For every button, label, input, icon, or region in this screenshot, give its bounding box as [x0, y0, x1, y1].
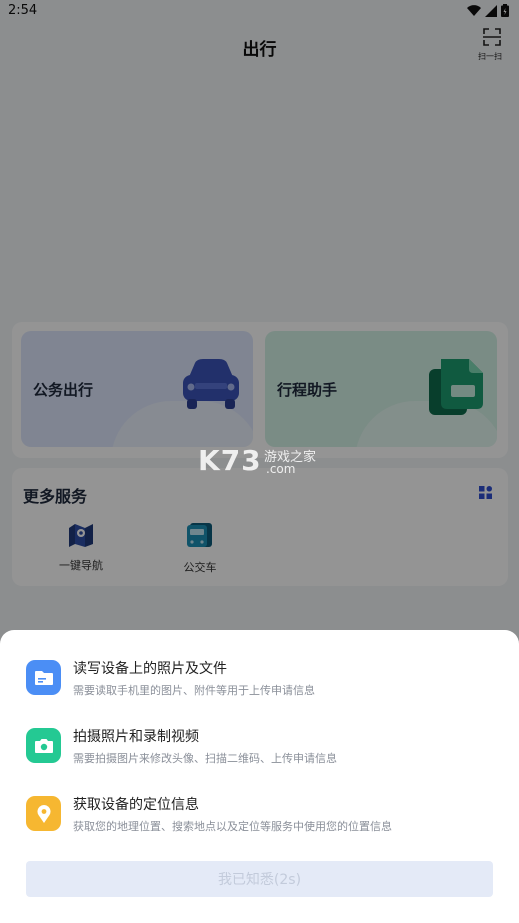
permission-desc: 需要拍摄图片来修改头像、扫描二维码、上传申请信息 — [73, 752, 337, 765]
permission-title: 拍摄照片和录制视频 — [73, 729, 199, 745]
permission-item-files: 读写设备上的照片及文件 需要读取手机里的图片、附件等用于上传申请信息 — [26, 658, 496, 708]
camera-icon — [26, 728, 61, 763]
permission-item-location: 获取设备的定位信息 获取您的地理位置、搜索地点以及定位等服务中使用您的位置信息 — [26, 794, 496, 844]
folder-icon — [26, 660, 61, 695]
permission-desc: 需要读取手机里的图片、附件等用于上传申请信息 — [73, 684, 315, 697]
permission-sheet: 读写设备上的照片及文件 需要读取手机里的图片、附件等用于上传申请信息 拍摄照片和… — [0, 630, 519, 923]
permission-desc: 获取您的地理位置、搜索地点以及定位等服务中使用您的位置信息 — [73, 820, 392, 833]
watermark-logo: K73 — [198, 444, 262, 477]
watermark: K73 游戏之家 .com — [198, 444, 338, 480]
permission-item-camera: 拍摄照片和录制视频 需要拍摄图片来修改头像、扫描二维码、上传申请信息 — [26, 726, 496, 776]
location-icon — [26, 796, 61, 831]
app-screen: 2:54 出行 扫一扫 公务出行 行程助手 更多服务 一键导航 公交车 K73 … — [0, 0, 519, 923]
permission-title: 读写设备上的照片及文件 — [73, 661, 227, 677]
permission-title: 获取设备的定位信息 — [73, 797, 199, 813]
watermark-domain: .com — [266, 462, 296, 476]
acknowledge-button[interactable]: 我已知悉(2s) — [26, 861, 493, 897]
